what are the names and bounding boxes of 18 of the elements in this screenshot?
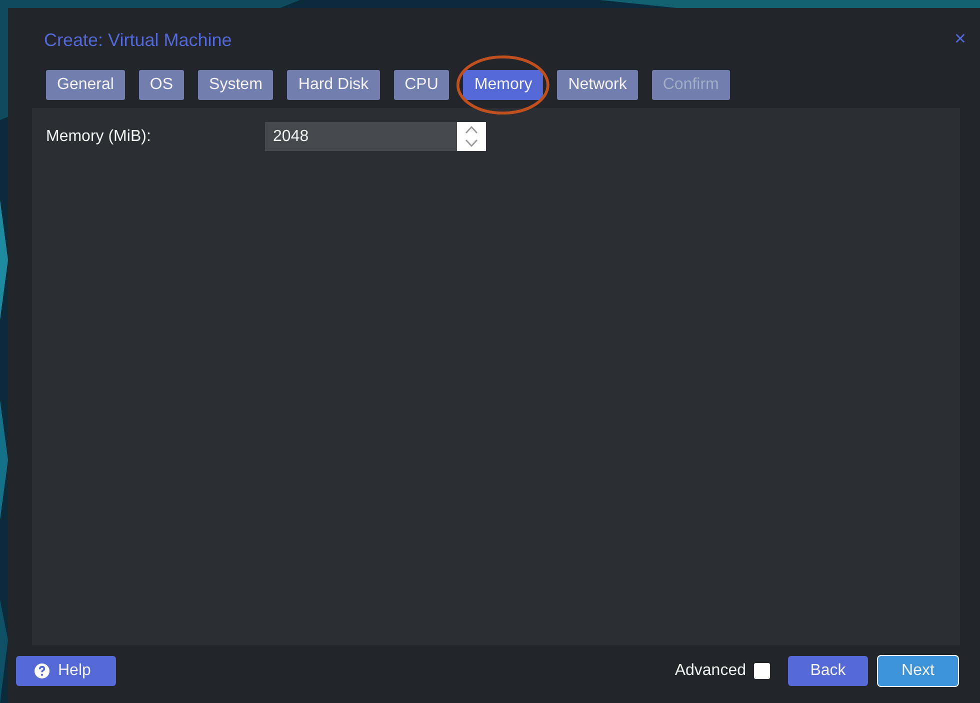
help-button[interactable]: Help bbox=[16, 656, 116, 686]
help-icon bbox=[34, 663, 50, 679]
next-button[interactable]: Next bbox=[878, 656, 958, 686]
tab[interactable]: CPU bbox=[394, 70, 450, 100]
number-field[interactable]: 2048 bbox=[265, 122, 457, 151]
spinner-icon[interactable] bbox=[457, 122, 486, 151]
tab[interactable]: General bbox=[46, 70, 125, 100]
window-title: Create: Virtual Machine bbox=[44, 30, 232, 50]
tab[interactable]: System bbox=[198, 70, 274, 100]
close-button[interactable]: × bbox=[950, 28, 970, 50]
tab[interactable]: Memory bbox=[463, 70, 544, 100]
tab[interactable]: Hard Disk bbox=[287, 70, 380, 100]
checkbox-label: Advanced bbox=[674, 662, 746, 680]
tab[interactable]: Network bbox=[557, 70, 638, 100]
checkbox[interactable] bbox=[754, 663, 770, 679]
tab[interactable]: OS bbox=[138, 70, 184, 100]
back-button[interactable]: Back bbox=[788, 656, 868, 686]
field-label: Memory (MiB): bbox=[46, 128, 152, 146]
